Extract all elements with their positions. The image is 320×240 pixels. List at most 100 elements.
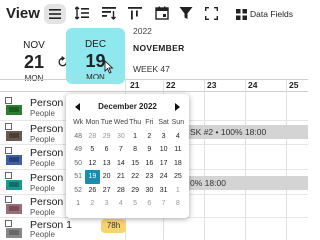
date-picker-title: December 2022 [98, 102, 157, 111]
timeline-header-divider [0, 91, 308, 92]
calendar-day[interactable]: 22 [128, 170, 142, 184]
resource-role: People [30, 135, 55, 144]
person-avatar-icon [5, 220, 23, 239]
year-label: 2022 [133, 26, 152, 36]
mouse-cursor-icon [104, 59, 116, 74]
calendar-day[interactable]: 30 [142, 184, 156, 198]
calendar-day[interactable]: 4 [171, 130, 185, 144]
day-column-header: 25 [289, 80, 299, 90]
data-fields-button[interactable]: Data Fields [250, 9, 293, 19]
calendar-day[interactable]: 5 [128, 197, 142, 211]
calendar-day[interactable]: 9 [142, 143, 156, 157]
resource-name[interactable]: Person [30, 172, 63, 184]
filter-icon [179, 7, 193, 19]
sort-desc-button[interactable] [127, 5, 143, 21]
calendar-day[interactable]: 2 [142, 130, 156, 144]
calendar-day[interactable]: 1 [171, 184, 185, 198]
calendar-day[interactable]: 6 [142, 197, 156, 211]
calendar-day[interactable]: 20 [100, 170, 114, 184]
task-bar[interactable]: SK #2 • 100% 18:00 [189, 125, 308, 139]
month-label: NOVEMBER [133, 43, 185, 53]
calendar-day[interactable]: 27 [100, 184, 114, 198]
date-picker-grid: Wk Mon Tue Wed Thu Fri Sat Sun 48 28 29 30 1 2 3 4 49 5 6 7… [71, 116, 185, 211]
resource-name[interactable]: Person [30, 97, 63, 109]
resource-name[interactable]: Person [30, 123, 63, 135]
data-fields-icon[interactable] [236, 7, 248, 20]
calendar-day[interactable]: 21 [114, 170, 128, 184]
task-bar[interactable]: 0% 18:00 [189, 176, 308, 190]
prev-month: NOV [23, 40, 45, 51]
calendar-day[interactable]: 7 [114, 143, 128, 157]
week-number: 50 [74, 159, 83, 167]
next-month-icon[interactable] [175, 103, 180, 111]
calendar-day[interactable]: 17 [157, 157, 171, 171]
weekday-header: Sat [158, 119, 169, 126]
calendar-day[interactable]: 10 [157, 143, 171, 157]
calendar-day[interactable]: 11 [171, 143, 185, 157]
calendar-icon [155, 6, 169, 20]
toolbar: View Data Fields [0, 0, 308, 28]
day-column-header: 22 [166, 80, 176, 90]
calendar-day[interactable]: 7 [157, 197, 171, 211]
column-separator [204, 80, 205, 240]
calendar-day[interactable]: 12 [85, 157, 99, 171]
calendar-week-row: 51 19 20 21 22 23 24 25 [71, 170, 185, 184]
calendar-day[interactable]: 29 [100, 130, 114, 144]
weekday-header: Tue [100, 119, 113, 126]
sort-button[interactable] [101, 5, 117, 21]
weekday-header: Wed [113, 119, 129, 126]
current-date-card[interactable]: DEC 19 MON [66, 28, 125, 84]
calendar-day[interactable]: 28 [85, 130, 99, 144]
calendar-day[interactable]: 2 [85, 197, 99, 211]
calendar-day[interactable]: 25 [171, 170, 185, 184]
calendar-day[interactable]: 3 [100, 197, 114, 211]
calendar-day[interactable]: 24 [157, 170, 171, 184]
resource-role: People [30, 230, 55, 239]
calendar-day[interactable]: 3 [157, 130, 171, 144]
week-number: 1 [76, 200, 81, 207]
calendar-day[interactable]: 1 [128, 130, 142, 144]
calendar-button[interactable] [154, 5, 170, 21]
prev-day: 21 [23, 52, 45, 72]
person-avatar-icon [5, 147, 23, 166]
person-avatar-icon [5, 172, 23, 191]
calendar-day[interactable]: 4 [114, 197, 128, 211]
calendar-day[interactable]: 29 [128, 184, 142, 198]
calendar-day-selected[interactable]: 19 [85, 170, 100, 184]
calendar-day[interactable]: 8 [128, 143, 142, 157]
resource-name[interactable]: Person [30, 147, 63, 159]
timeline-header: 21 22 23 24 25 [125, 79, 308, 91]
week-number: 49 [74, 146, 83, 153]
week-number: 48 [74, 132, 83, 140]
calendar-day[interactable]: 31 [157, 184, 171, 198]
weekday-header: Mon [85, 119, 100, 126]
day-column-header: 24 [248, 80, 258, 90]
calendar-day[interactable]: 26 [85, 184, 99, 198]
calendar-day[interactable]: 6 [100, 143, 114, 157]
filter-button[interactable] [178, 5, 194, 21]
calendar-day[interactable]: 8 [171, 197, 185, 211]
menu-button[interactable] [44, 4, 66, 24]
column-separator [245, 80, 246, 240]
person-avatar-icon [5, 97, 23, 116]
resource-name[interactable]: Person [30, 196, 63, 208]
calendar-day[interactable]: 13 [100, 157, 114, 171]
sort-icon [102, 7, 116, 20]
weekday-header-row: Wk Mon Tue Wed Thu Fri Sat Sun [71, 116, 185, 130]
calendar-day[interactable]: 14 [114, 157, 128, 171]
calendar-day[interactable]: 18 [171, 157, 185, 171]
menu-icon [49, 9, 61, 19]
expand-rows-icon [75, 6, 89, 20]
calendar-day[interactable]: 23 [142, 170, 156, 184]
expand-rows-button[interactable] [74, 5, 90, 21]
current-dow: MON [86, 73, 105, 82]
fullscreen-button[interactable] [203, 5, 219, 21]
calendar-day[interactable]: 30 [114, 130, 128, 144]
calendar-day[interactable]: 15 [128, 157, 142, 171]
calendar-day[interactable]: 28 [114, 184, 128, 198]
fullscreen-icon [204, 6, 218, 20]
calendar-day[interactable]: 16 [142, 157, 156, 171]
week-label: WEEK 47 [133, 64, 170, 74]
calendar-day[interactable]: 5 [85, 143, 99, 157]
column-separator [286, 80, 287, 240]
